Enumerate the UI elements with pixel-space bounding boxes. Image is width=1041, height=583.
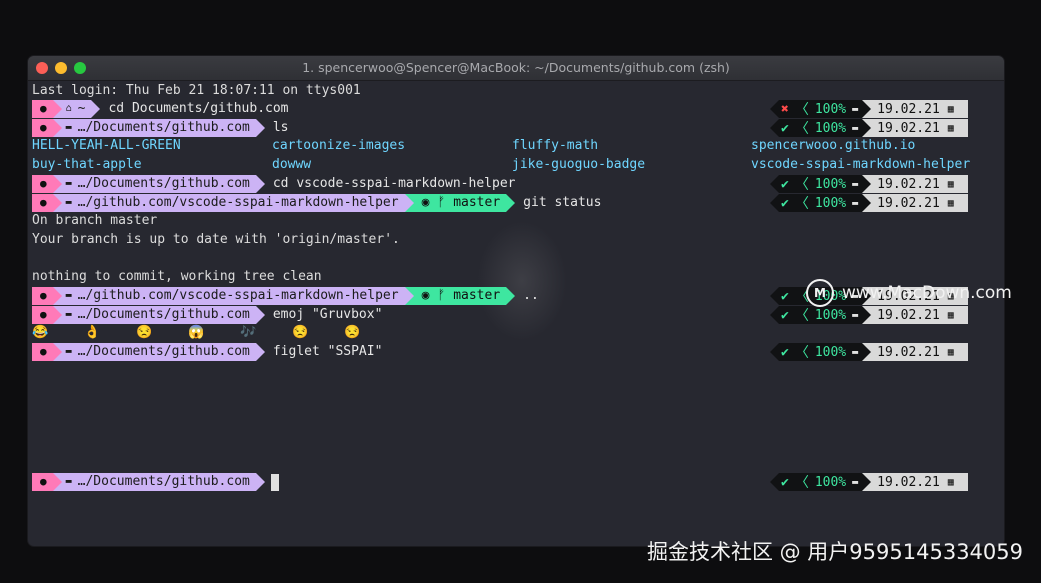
prompt-line: ● ▬ …/Documents/github.com ls (32, 119, 289, 137)
prompt-line: ● ▬ …/Documents/github.com figlet "SSPAI" (32, 343, 382, 361)
battery-icon: ▬ (852, 197, 859, 209)
prompt-line: ● ▬ …/Documents/github.com emoj "Gruvbox" (32, 306, 382, 324)
folder-icon: ▬ (65, 476, 72, 487)
folder-icon: ▬ (65, 309, 72, 320)
prompt-path-segment: ⌂ ~ (61, 100, 92, 118)
github-icon: ◉ (421, 288, 430, 303)
apple-icon: ● (32, 194, 53, 212)
apple-icon: ● (32, 100, 53, 118)
prompt-path-segment: ▬ …/github.com/vscode-sspai-markdown-help… (61, 287, 405, 305)
prompt-line: ● ▬ …/Documents/github.com cd vscode-sspa… (32, 175, 515, 193)
check-icon: ✔ (781, 307, 789, 323)
calendar-icon: ▦ (947, 103, 954, 115)
check-icon: ✔ (781, 474, 789, 490)
folder-icon: ▬ (65, 197, 72, 208)
ls-entry: cartoonize-images (272, 138, 406, 153)
apple-icon: ● (32, 306, 53, 324)
git-branch-icon: ᚠ (437, 195, 446, 210)
calendar-icon: ▦ (947, 197, 954, 209)
error-icon: ✖ (781, 101, 789, 117)
terminal-content[interactable]: Last login: Thu Feb 21 18:07:11 on ttys0… (32, 81, 1004, 546)
home-icon: ⌂ (65, 103, 72, 114)
apple-icon: ● (32, 119, 53, 137)
command-text: figlet "SSPAI" (272, 344, 383, 359)
output-line: nothing to commit, working tree clean (32, 269, 322, 284)
command-text: .. (523, 288, 539, 303)
check-icon: ✔ (781, 344, 789, 360)
right-prompt: ✔ 〈 100% ▬ 19.02.21 ▦ (770, 306, 969, 324)
ghost-watermark-icon (477, 221, 567, 341)
check-icon: ✔ (781, 288, 789, 304)
right-prompt: ✔ 〈 100% ▬ 19.02.21 ▦ (770, 343, 969, 361)
apple-icon: ● (32, 343, 53, 361)
command-text: emoj "Gruvbox" (272, 307, 383, 322)
right-prompt: ✔ 〈 100% ▬ 19.02.21 ▦ (770, 473, 969, 491)
apple-icon: ● (32, 175, 53, 193)
apple-icon: ● (32, 287, 53, 305)
battery-icon: ▬ (852, 476, 859, 488)
output-line: Your branch is up to date with 'origin/m… (32, 232, 400, 247)
prompt-path-segment: ▬ …/Documents/github.com (61, 175, 256, 193)
right-prompt: ✔ 〈 100% ▬ 19.02.21 ▦ (770, 194, 969, 212)
prompt-path-segment: ▬ …/Documents/github.com (61, 119, 256, 137)
folder-icon: ▬ (65, 122, 72, 133)
battery-icon: ▬ (852, 178, 859, 190)
command-text: cd vscode-sspai-markdown-helper (272, 176, 516, 191)
calendar-icon: ▦ (947, 122, 954, 134)
command-text: ls (272, 120, 289, 135)
git-branch-icon: ᚠ (437, 288, 446, 303)
macdown-watermark: M www.MacDown.com (806, 279, 1012, 307)
ls-entry: buy-that-apple (32, 157, 142, 172)
macdown-watermark-text: www.MacDown.com (842, 283, 1012, 303)
prompt-line: ● ▬ …/github.com/vscode-sspai-markdown-he… (32, 194, 601, 212)
right-prompt: ✔ 〈 100% ▬ 19.02.21 ▦ (770, 119, 969, 137)
command-text: git status (523, 195, 602, 210)
folder-icon: ▬ (65, 178, 72, 189)
window-title: 1. spencerwoo@Spencer@MacBook: ~/Documen… (302, 60, 730, 75)
battery-icon: ▬ (852, 309, 859, 321)
prompt-path-segment: ▬ …/github.com/vscode-sspai-markdown-help… (61, 194, 405, 212)
folder-icon: ▬ (65, 346, 72, 357)
apple-icon: ● (32, 473, 53, 491)
prompt-line: ● ⌂ ~ cd Documents/github.com (32, 100, 289, 118)
git-segment: ◉ ᚠ master (413, 287, 507, 305)
git-segment: ◉ ᚠ master (413, 194, 507, 212)
check-icon: ✔ (781, 195, 789, 211)
github-icon: ◉ (421, 195, 430, 210)
juejin-watermark: 掘金技术社区 @ 用户9595145334059 (646, 540, 1023, 564)
calendar-icon: ▦ (947, 178, 954, 190)
prompt-path-segment: ▬ …/Documents/github.com (61, 343, 256, 361)
macdown-logo-icon: M (806, 279, 834, 307)
battery-icon: ▬ (852, 103, 859, 115)
output-line: On branch master (32, 213, 158, 228)
text-cursor[interactable] (270, 473, 279, 491)
ls-entry: fluffy-math (512, 138, 599, 153)
battery-icon: ▬ (852, 346, 859, 358)
right-prompt: ✖ 〈 100% ▬ 19.02.21 ▦ (770, 100, 969, 118)
ls-entry: jike-guoguo-badge (512, 157, 646, 172)
prompt-line-current: ● ▬ …/Documents/github.com (32, 473, 279, 491)
ls-entry: HELL-YEAH-ALL-GREEN (32, 138, 181, 153)
check-icon: ✔ (781, 176, 789, 192)
check-icon: ✔ (781, 120, 789, 136)
battery-icon: ▬ (852, 122, 859, 134)
ls-entry: vscode-sspai-markdown-helper (751, 157, 971, 172)
titlebar: 1. spencerwoo@Spencer@MacBook: ~/Documen… (28, 56, 1004, 81)
calendar-icon: ▦ (947, 476, 954, 488)
ls-entry: spencerwooo.github.io (751, 138, 916, 153)
command-text: cd Documents/github.com (108, 101, 289, 116)
prompt-line: ● ▬ …/github.com/vscode-sspai-markdown-he… (32, 287, 539, 305)
calendar-icon: ▦ (947, 346, 954, 358)
prompt-path-segment: ▬ …/Documents/github.com (61, 473, 256, 491)
last-login-line: Last login: Thu Feb 21 18:07:11 on ttys0… (32, 83, 361, 98)
ls-entry: dowww (272, 157, 312, 172)
prompt-path-segment: ▬ …/Documents/github.com (61, 306, 256, 324)
emoji-output: 😂 👌 😒 😱 🎶 😒 😒 (32, 325, 375, 340)
calendar-icon: ▦ (947, 309, 954, 321)
right-prompt: ✔ 〈 100% ▬ 19.02.21 ▦ (770, 175, 969, 193)
folder-icon: ▬ (65, 290, 72, 301)
